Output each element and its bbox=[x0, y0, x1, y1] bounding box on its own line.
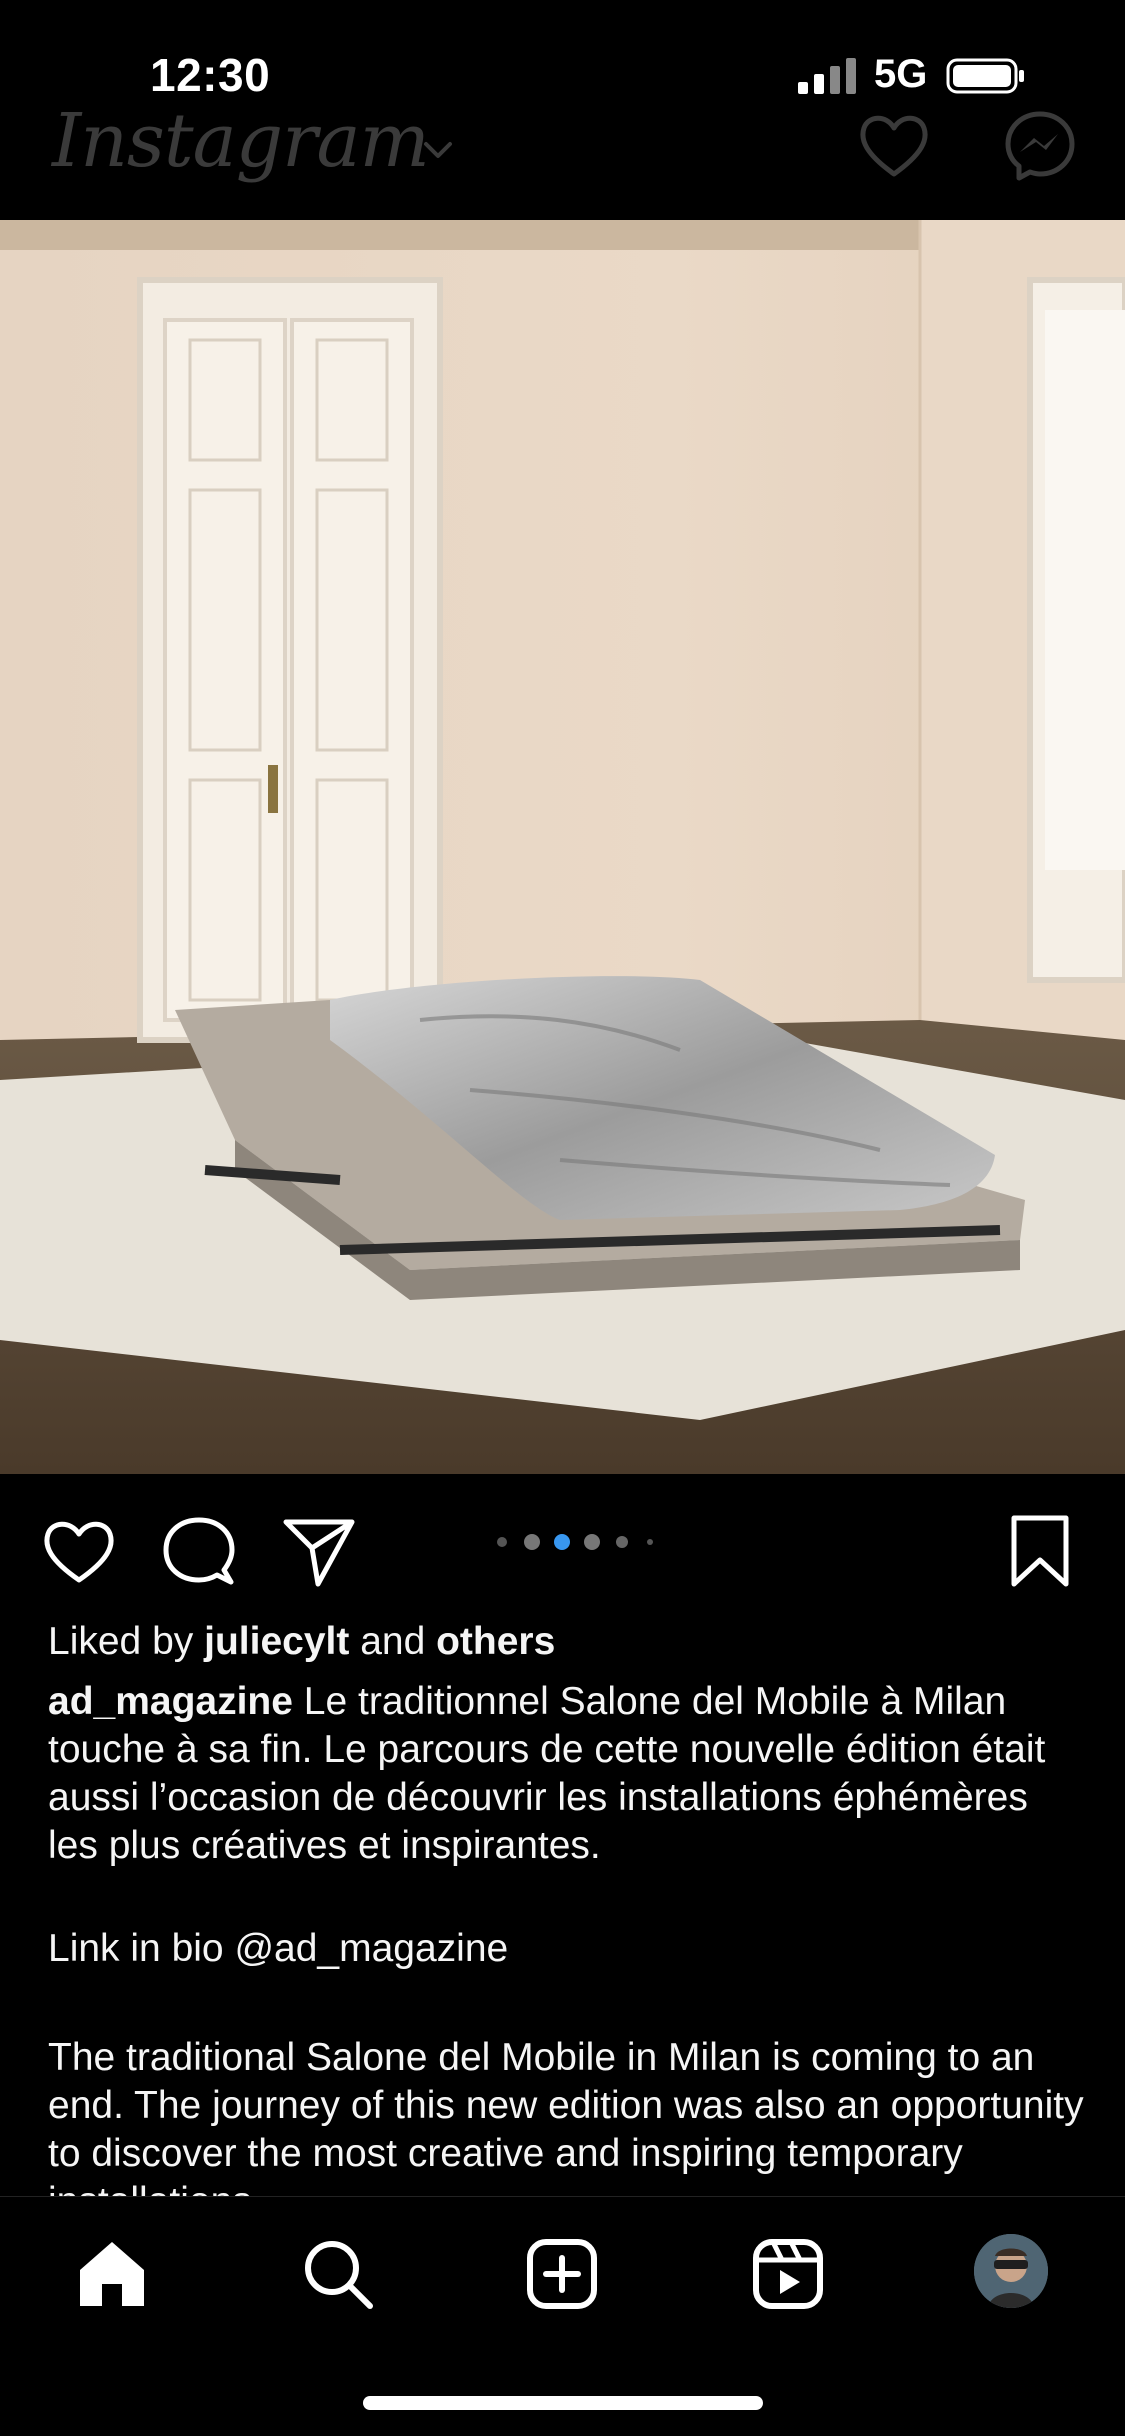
caption-username[interactable]: ad_magazine bbox=[48, 1680, 293, 1723]
battery-icon bbox=[946, 58, 1024, 94]
create-icon[interactable] bbox=[522, 2234, 602, 2314]
network-type: 5G bbox=[874, 52, 928, 96]
instagram-logo[interactable]: Instagram bbox=[52, 98, 430, 184]
likes-joiner: and bbox=[360, 1620, 426, 1663]
liker-username[interactable]: juliecylt bbox=[204, 1620, 349, 1663]
bookmark-icon[interactable] bbox=[1004, 1512, 1076, 1590]
carousel-dots bbox=[497, 1534, 653, 1550]
status-time: 12:30 bbox=[150, 49, 271, 101]
likes-line: Liked by juliecylt and others bbox=[48, 1618, 1088, 1666]
likes-others[interactable]: others bbox=[436, 1620, 555, 1663]
heart-icon[interactable] bbox=[40, 1512, 118, 1590]
avatar-photo bbox=[974, 2234, 1048, 2308]
share-icon[interactable] bbox=[280, 1512, 358, 1590]
reels-icon[interactable] bbox=[748, 2234, 828, 2314]
heart-icon[interactable] bbox=[856, 108, 932, 184]
caption: ad_magazine Le traditionnel Salone del M… bbox=[48, 1678, 1088, 1870]
post-image[interactable] bbox=[0, 220, 1125, 1474]
bio-link-text: Link in bio @ad_magazine bbox=[48, 1927, 509, 1970]
chevron-down-icon[interactable] bbox=[420, 132, 456, 168]
caption-english: The traditional Salone del Mobile in Mil… bbox=[48, 2036, 1084, 2196]
messenger-icon[interactable] bbox=[1002, 108, 1078, 184]
home-icon[interactable] bbox=[72, 2234, 152, 2314]
profile-avatar[interactable] bbox=[974, 2234, 1048, 2308]
home-indicator bbox=[363, 2396, 763, 2410]
likes-prefix: Liked by bbox=[48, 1620, 194, 1663]
signal-icon bbox=[798, 58, 856, 94]
search-icon[interactable] bbox=[298, 2234, 378, 2314]
comment-icon[interactable] bbox=[160, 1512, 238, 1590]
